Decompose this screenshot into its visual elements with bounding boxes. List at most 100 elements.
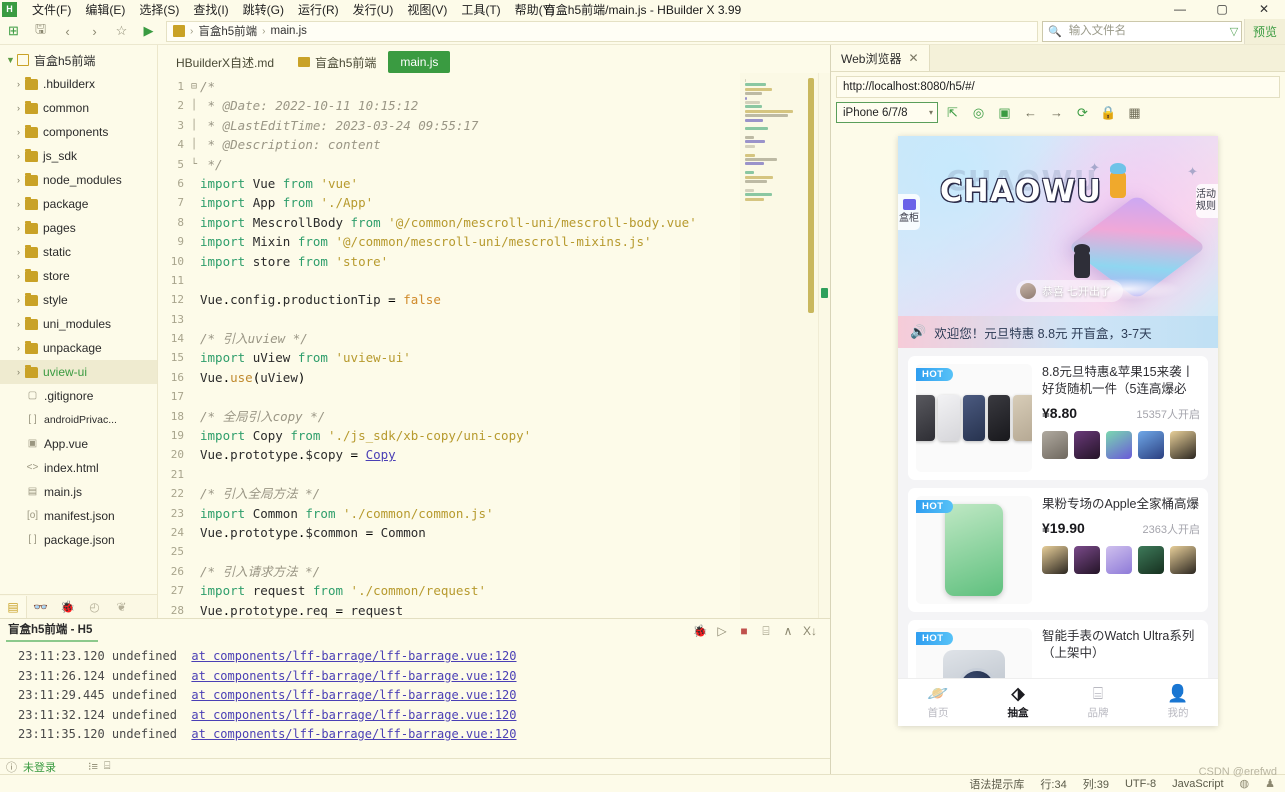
browser-url-bar[interactable]: http://localhost:8080/h5/#/ [836,76,1280,98]
browser-viewport[interactable]: CHAOWU CHAOWU ✦ ✦ 恭喜 七开出了 盒柜 活动规则 🔊 欢迎您！… [831,124,1285,774]
tree-root-item[interactable]: ▼ 盲盒h5前端 [0,48,157,72]
outline-icon[interactable]: ⁝≡ [88,760,98,773]
sidebar-item-hbuilderx[interactable]: › .hbuilderx [0,72,157,96]
status-language[interactable]: JavaScript [1172,778,1223,790]
lock-icon[interactable]: 🔒 [1097,102,1120,123]
mobile-preview[interactable]: CHAOWU CHAOWU ✦ ✦ 恭喜 七开出了 盒柜 活动规则 🔊 欢迎您！… [898,136,1218,726]
sidebar-item-package[interactable]: › package [0,192,157,216]
url-text[interactable]: http://localhost:8080/h5/#/ [843,81,975,93]
sidebar-item-index-html[interactable]: <> index.html [0,456,157,480]
sidebar-item-manifest-json[interactable]: [o] manifest.json [0,504,157,528]
back-icon[interactable]: ‹ [54,19,81,44]
collapse-icon[interactable]: ∧ [778,621,798,641]
product-card[interactable]: HOT 8.8元旦特惠&苹果15来袭丨好货随机一件（5连高爆必 ¥8.80 15… [908,356,1208,480]
file-search-box[interactable]: 🔍 ▽ [1041,20,1242,42]
console-icon[interactable]: ▣ [993,102,1016,123]
sidebar-item-store[interactable]: › store [0,264,157,288]
sidebar-item-unpackage[interactable]: › unpackage [0,336,157,360]
popout-icon[interactable]: ⇱ [941,102,964,123]
new-file-icon[interactable]: ⊞ [0,19,27,44]
status-syntax-library[interactable]: 语法提示库 [969,776,1024,792]
chevron-right-icon[interactable]: › [12,319,25,329]
chevron-right-icon[interactable]: › [12,295,25,305]
winner-announcement[interactable]: 恭喜 七开出了 [1016,280,1124,302]
forward-icon[interactable]: › [81,19,108,44]
box-cabinet-button[interactable]: 盒柜 [898,194,920,230]
close-icon[interactable]: ✕ [908,51,918,65]
console-output[interactable]: 23:11:23.120 undefined at components/lff… [0,643,830,758]
menu-view[interactable]: 视图(V) [400,0,454,19]
run-icon[interactable]: ▷ [712,621,732,641]
chevron-right-icon[interactable]: › [12,199,25,209]
reload-icon[interactable]: ⟳ [1071,102,1094,123]
menu-help[interactable]: 帮助(Y) [508,0,562,19]
breadcrumb[interactable]: › 盲盒h5前端 › main.js [166,20,1038,42]
search-icon[interactable]: 👓 [27,596,54,618]
menu-publish[interactable]: 发行(U) [346,0,401,19]
chevron-right-icon[interactable]: › [12,223,25,233]
sidebar-item-package-json[interactable]: [ ] package.json [0,528,157,552]
project-icon[interactable]: ▤ [0,595,27,618]
login-status[interactable]: 未登录 [23,759,56,775]
tabbar-item-home[interactable]: 🪐 首页 [898,685,978,720]
bug-icon[interactable]: 🐞 [690,621,710,641]
stop-icon[interactable]: ■ [734,621,754,641]
thumbnail[interactable] [1042,431,1068,459]
menu-run[interactable]: 运行(R) [291,0,346,19]
notification-icon[interactable]: ◍ [1240,777,1250,790]
chevron-right-icon[interactable]: › [12,103,25,113]
tabbar-item-brand[interactable]: ⌸ 品牌 [1058,685,1138,720]
tab-main-js[interactable]: main.js [388,51,451,73]
editor-vertical-scrollbar[interactable] [818,73,830,618]
search-input[interactable] [1066,24,1225,38]
sidebar-item-app-vue[interactable]: ▣ App.vue [0,432,157,456]
log-source-link[interactable]: at components/lff-barrage/lff-barrage.vu… [191,688,516,702]
menu-select[interactable]: 选择(S) [132,0,186,19]
bell-icon[interactable]: ♟ [1265,777,1275,790]
code-fold-column[interactable]: ⊟ │ │ │ └ [188,77,200,618]
thumbnail[interactable] [1138,431,1164,459]
thumbnail[interactable] [1106,431,1132,459]
status-line-number[interactable]: 行:34 [1040,776,1066,792]
product-thumbnails[interactable] [1042,546,1200,574]
thumbnail[interactable] [1042,546,1068,574]
source-code[interactable]: /* * @Date: 2022-10-11 10:15:12 * @LastE… [200,77,740,618]
status-column-number[interactable]: 列:39 [1083,776,1109,792]
menu-edit[interactable]: 编辑(E) [78,0,132,19]
announcement-bar[interactable]: 🔊 欢迎您！元旦特惠 8.8元 开盲盒，3-7天 [898,316,1218,348]
chevron-right-icon[interactable]: › [12,175,25,185]
sidebar-item-gitignore[interactable]: ▢ .gitignore [0,384,157,408]
activity-rules-button[interactable]: 活动规则 [1196,184,1218,218]
code-content[interactable]: 1 2 3 4 5 6 7 8 9 10 11 12 13 14 15 16 17 18 19 20 21 22 23 24 2… [158,73,740,618]
product-thumbnails[interactable] [1042,431,1200,459]
chevron-right-icon[interactable]: › [12,151,25,161]
log-source-link[interactable]: at components/lff-barrage/lff-barrage.vu… [191,727,516,741]
git-icon[interactable]: ◴ [81,596,108,618]
chevron-right-icon[interactable]: › [12,271,25,281]
close-button[interactable]: ✕ [1243,0,1285,18]
sidebar-item-js-sdk[interactable]: › js_sdk [0,144,157,168]
tab-web-browser[interactable]: Web浏览器 ✕ [831,45,930,71]
settings-icon[interactable]: ◎ [967,102,990,123]
chevron-right-icon[interactable]: › [12,343,25,353]
sidebar-item-pages[interactable]: › pages [0,216,157,240]
code-minimap[interactable] [740,73,818,618]
thumbnail[interactable] [1106,546,1132,574]
back-icon[interactable]: ← [1019,102,1042,123]
preview-button[interactable]: 预览 [1243,18,1285,44]
code-area[interactable]: 1 2 3 4 5 6 7 8 9 10 11 12 13 14 15 16 17 18 19 20 21 22 23 24 2… [158,73,830,618]
product-list[interactable]: HOT 8.8元旦特惠&苹果15来袭丨好货随机一件（5连高爆必 ¥8.80 15… [898,348,1218,726]
log-source-link[interactable]: at components/lff-barrage/lff-barrage.vu… [191,669,516,683]
chevron-right-icon[interactable]: › [12,127,25,137]
terminal-icon[interactable]: ⌸ [756,621,776,641]
sidebar-item-node-modules[interactable]: › node_modules [0,168,157,192]
sidebar-item-androidprivacy[interactable]: [ ] androidPrivac... [0,408,157,432]
sidebar-item-uni-modules[interactable]: › uni_modules [0,312,157,336]
thumbnail[interactable] [1074,546,1100,574]
menu-tools[interactable]: 工具(T) [454,0,507,19]
filter-icon[interactable]: ▽ [1230,25,1238,38]
tab-hbuilderx-readme[interactable]: HBuilderX自述.md [164,51,286,73]
thumbnail[interactable] [1074,431,1100,459]
log-source-link[interactable]: at components/lff-barrage/lff-barrage.vu… [191,708,516,722]
minimap-viewport[interactable] [808,78,814,313]
